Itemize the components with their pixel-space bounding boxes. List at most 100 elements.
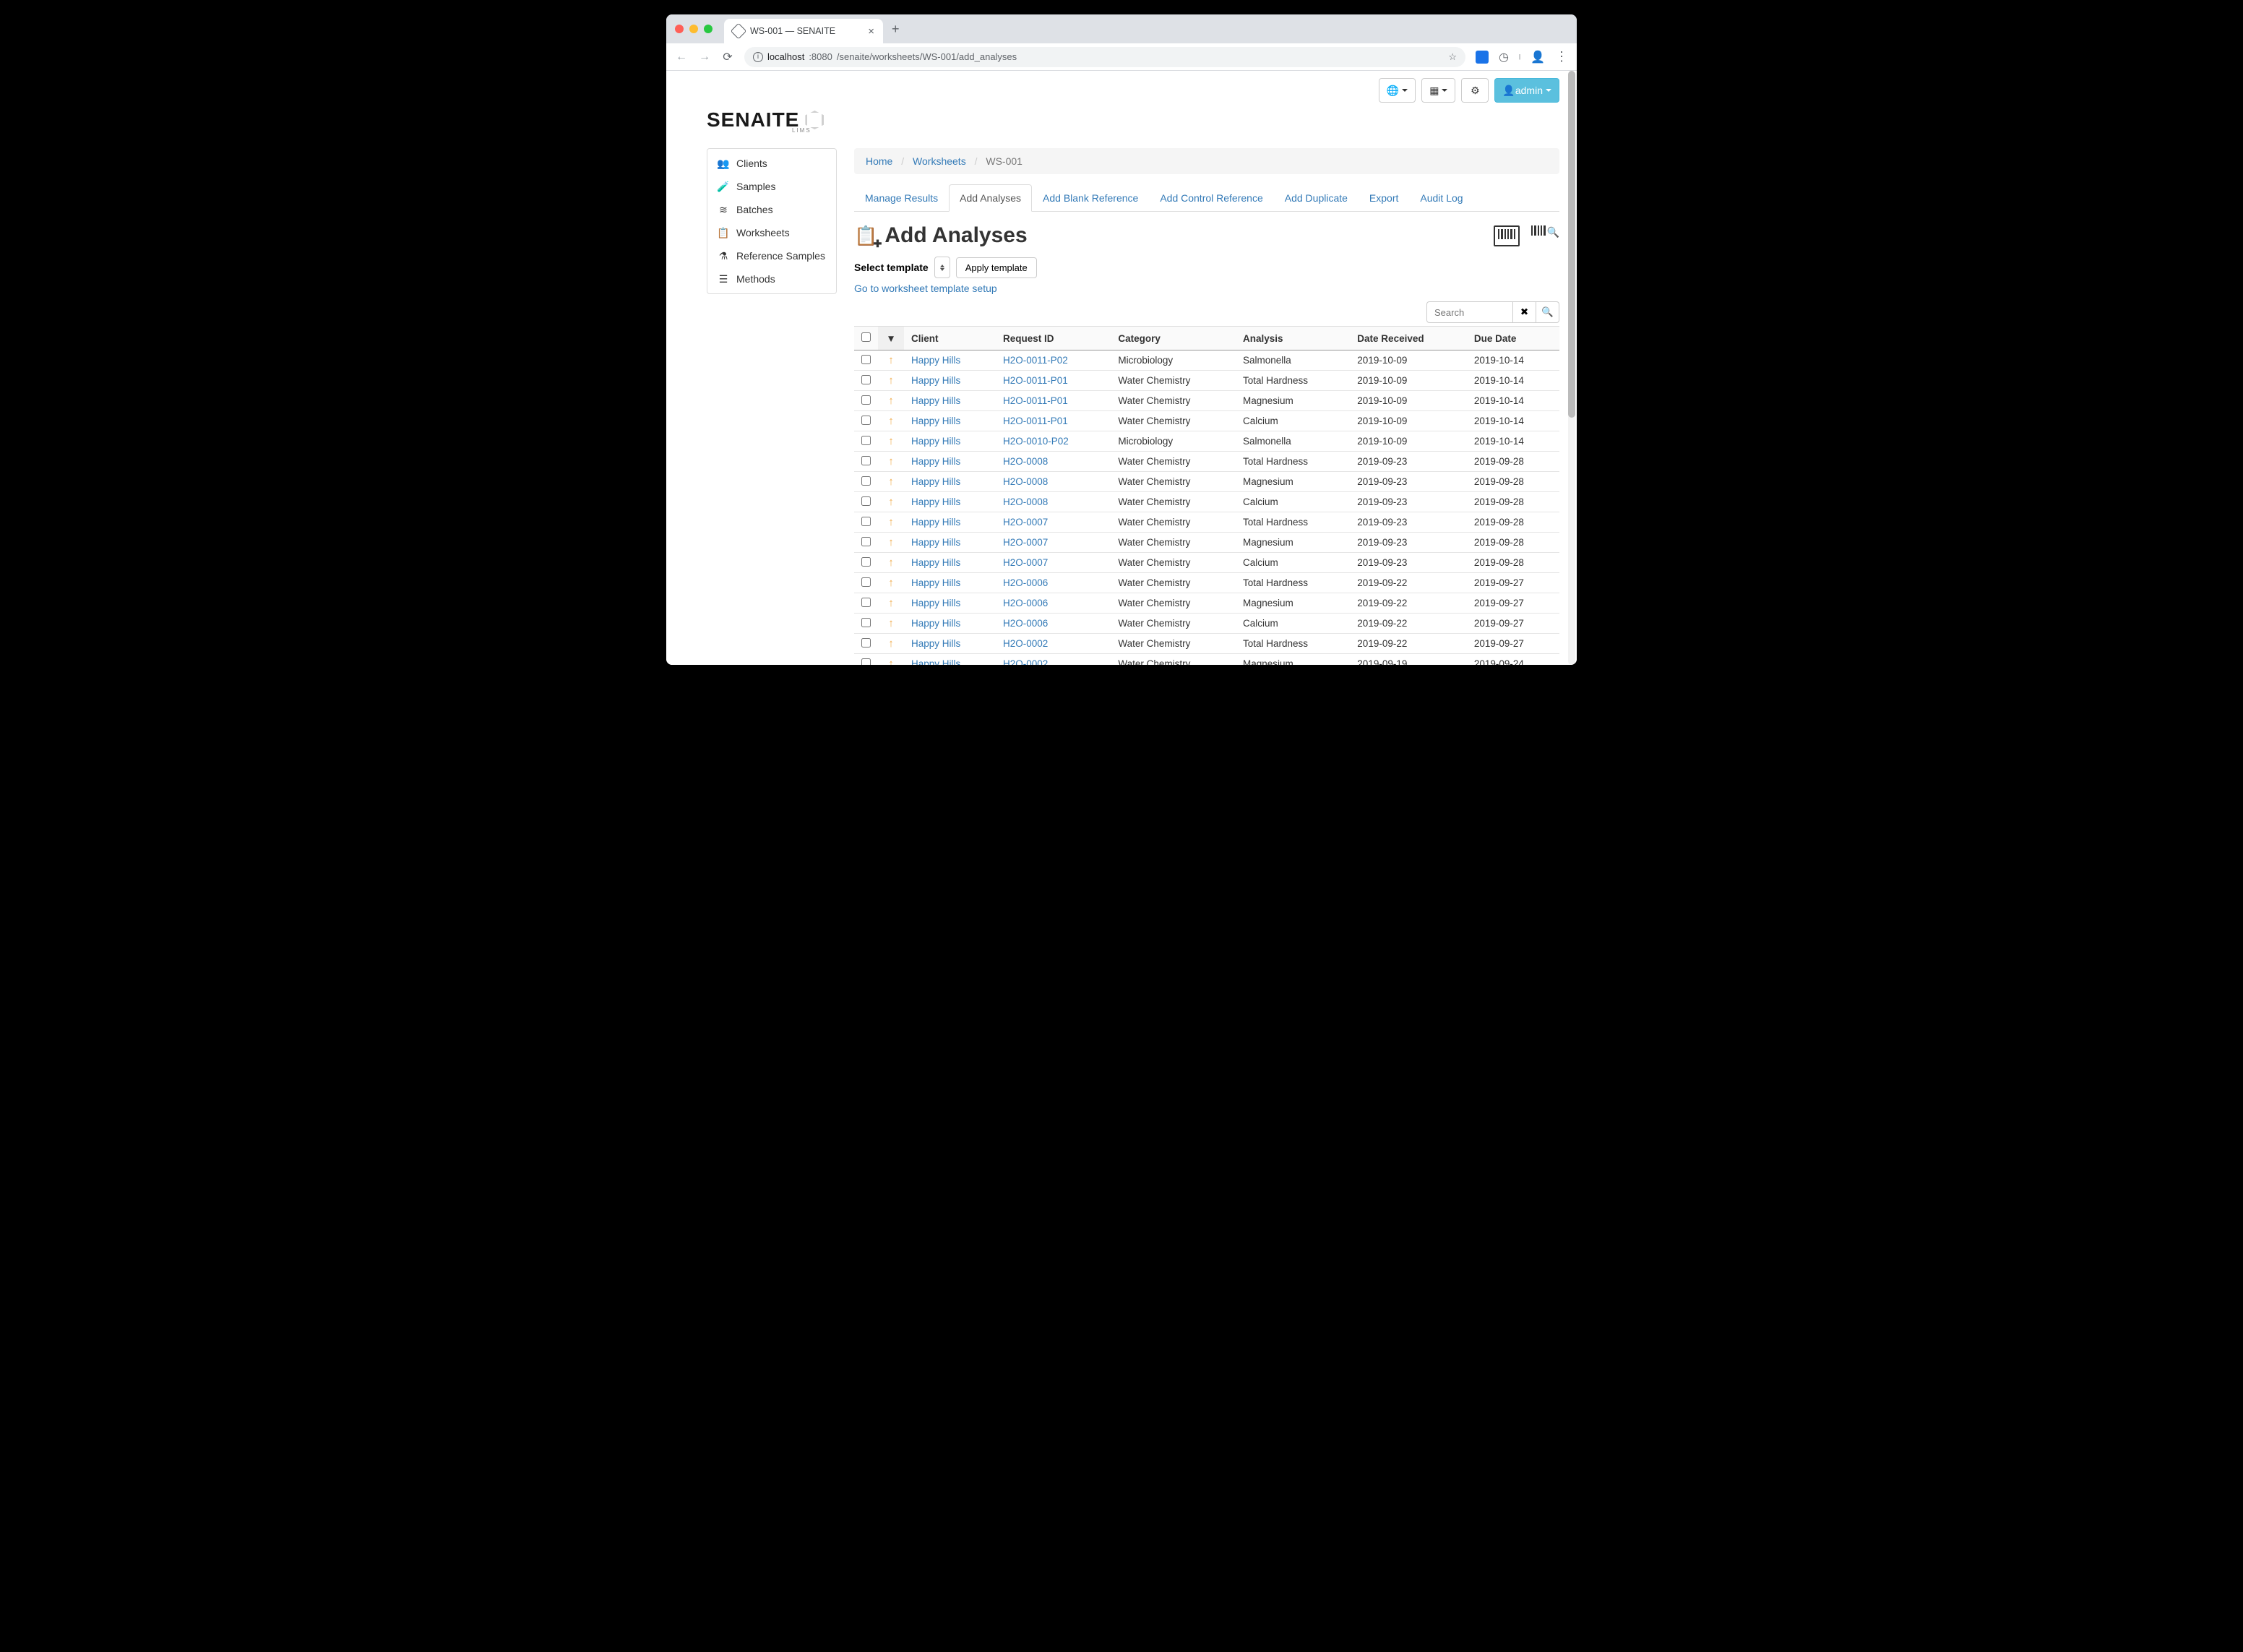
client-link[interactable]: Happy Hills [911, 456, 960, 467]
header-priority[interactable]: ▼ [878, 327, 904, 350]
header-category[interactable]: Category [1111, 327, 1236, 350]
row-checkbox[interactable] [861, 598, 871, 607]
client-link[interactable]: Happy Hills [911, 658, 960, 665]
tab-add-blank-reference[interactable]: Add Blank Reference [1032, 184, 1149, 212]
request-id-link[interactable]: H2O-0011-P01 [1003, 375, 1068, 386]
tab-add-analyses[interactable]: Add Analyses [949, 184, 1032, 212]
browser-tab[interactable]: WS-001 — SENAITE × [724, 19, 883, 43]
header-due-date[interactable]: Due Date [1467, 327, 1559, 350]
forward-icon[interactable]: → [698, 51, 711, 64]
request-id-link[interactable]: H2O-0011-P01 [1003, 395, 1068, 406]
row-checkbox[interactable] [861, 557, 871, 567]
barcode-icon[interactable] [1494, 225, 1520, 246]
request-id-link[interactable]: H2O-0007 [1003, 557, 1048, 568]
menu-icon[interactable]: ⋮ [1555, 49, 1568, 64]
request-id-link[interactable]: H2O-0008 [1003, 476, 1048, 487]
row-checkbox[interactable] [861, 537, 871, 546]
client-link[interactable]: Happy Hills [911, 395, 960, 406]
sidebar-item-samples[interactable]: 🧪Samples [707, 175, 836, 198]
sidebar-item-clients[interactable]: 👥Clients [707, 152, 836, 175]
language-menu[interactable]: 🌐 [1379, 78, 1416, 103]
request-id-link[interactable]: H2O-0008 [1003, 496, 1048, 507]
sidebar-item-worksheets[interactable]: 📋Worksheets [707, 221, 836, 244]
client-link[interactable]: Happy Hills [911, 557, 960, 568]
row-checkbox[interactable] [861, 577, 871, 587]
request-id-link[interactable]: H2O-0008 [1003, 456, 1048, 467]
row-checkbox[interactable] [861, 456, 871, 465]
sidebar-item-reference-samples[interactable]: ⚗Reference Samples [707, 244, 836, 267]
template-select[interactable] [934, 257, 950, 278]
request-id-link[interactable]: H2O-0007 [1003, 517, 1048, 528]
client-link[interactable]: Happy Hills [911, 375, 960, 386]
row-checkbox[interactable] [861, 476, 871, 486]
new-tab-button[interactable]: + [892, 22, 900, 37]
request-id-link[interactable]: H2O-0006 [1003, 577, 1048, 588]
request-id-link[interactable]: H2O-0010-P02 [1003, 436, 1069, 447]
back-icon[interactable]: ← [675, 51, 688, 64]
header-client[interactable]: Client [904, 327, 996, 350]
close-tab-icon[interactable]: × [868, 25, 874, 38]
client-link[interactable]: Happy Hills [911, 436, 960, 447]
request-id-link[interactable]: H2O-0006 [1003, 618, 1048, 629]
bookmark-icon[interactable]: ☆ [1448, 51, 1457, 63]
client-link[interactable]: Happy Hills [911, 517, 960, 528]
breadcrumb-worksheets[interactable]: Worksheets [913, 155, 966, 167]
row-checkbox[interactable] [861, 355, 871, 364]
apply-template-button[interactable]: Apply template [956, 257, 1037, 278]
row-checkbox[interactable] [861, 375, 871, 384]
client-link[interactable]: Happy Hills [911, 537, 960, 548]
apps-menu[interactable]: ▦ [1421, 78, 1455, 103]
row-checkbox[interactable] [861, 496, 871, 506]
row-checkbox[interactable] [861, 416, 871, 425]
tab-add-duplicate[interactable]: Add Duplicate [1274, 184, 1359, 212]
search-button[interactable]: 🔍 [1536, 301, 1559, 323]
row-checkbox[interactable] [861, 658, 871, 666]
barcode-search-icon[interactable]: 🔍 [1531, 225, 1559, 246]
client-link[interactable]: Happy Hills [911, 598, 960, 608]
client-link[interactable]: Happy Hills [911, 355, 960, 366]
row-checkbox[interactable] [861, 436, 871, 445]
header-date-received[interactable]: Date Received [1350, 327, 1467, 350]
template-setup-link[interactable]: Go to worksheet template setup [854, 283, 997, 294]
clear-search-button[interactable]: ✖ [1513, 301, 1536, 323]
row-checkbox[interactable] [861, 638, 871, 648]
row-checkbox[interactable] [861, 618, 871, 627]
user-menu[interactable]: 👤 admin [1494, 78, 1559, 103]
request-id-link[interactable]: H2O-0006 [1003, 598, 1048, 608]
search-input[interactable] [1426, 301, 1513, 323]
sidebar-item-methods[interactable]: ☰Methods [707, 267, 836, 291]
row-checkbox[interactable] [861, 517, 871, 526]
row-checkbox[interactable] [861, 395, 871, 405]
tab-add-control-reference[interactable]: Add Control Reference [1149, 184, 1273, 212]
extension-icon[interactable] [1476, 51, 1489, 64]
client-link[interactable]: Happy Hills [911, 638, 960, 649]
profile-icon[interactable]: 👤 [1531, 50, 1545, 64]
site-info-icon[interactable]: i [753, 52, 763, 62]
request-id-link[interactable]: H2O-0002 [1003, 638, 1048, 649]
client-link[interactable]: Happy Hills [911, 476, 960, 487]
client-link[interactable]: Happy Hills [911, 618, 960, 629]
request-id-link[interactable]: H2O-0011-P02 [1003, 355, 1068, 366]
tab-export[interactable]: Export [1359, 184, 1409, 212]
reload-icon[interactable]: ⟳ [721, 50, 734, 64]
close-window-icon[interactable] [675, 25, 684, 33]
maximize-window-icon[interactable] [704, 25, 712, 33]
scrollbar[interactable] [1568, 71, 1575, 665]
request-id-link[interactable]: H2O-0007 [1003, 537, 1048, 548]
address-bar[interactable]: i localhost:8080/senaite/worksheets/WS-0… [744, 47, 1465, 67]
sidebar-item-batches[interactable]: ≋Batches [707, 198, 836, 221]
breadcrumb-home[interactable]: Home [866, 155, 892, 167]
client-link[interactable]: Happy Hills [911, 577, 960, 588]
minimize-window-icon[interactable] [689, 25, 698, 33]
client-link[interactable]: Happy Hills [911, 496, 960, 507]
header-request-id[interactable]: Request ID [996, 327, 1111, 350]
header-analysis[interactable]: Analysis [1236, 327, 1350, 350]
tab-manage-results[interactable]: Manage Results [854, 184, 949, 212]
settings-button[interactable]: ⚙ [1461, 78, 1489, 103]
request-id-link[interactable]: H2O-0011-P01 [1003, 416, 1068, 426]
select-all-checkbox[interactable] [861, 332, 871, 342]
extension-icon[interactable]: ◷ [1499, 50, 1509, 64]
request-id-link[interactable]: H2O-0002 [1003, 658, 1048, 665]
client-link[interactable]: Happy Hills [911, 416, 960, 426]
tab-audit-log[interactable]: Audit Log [1409, 184, 1473, 212]
